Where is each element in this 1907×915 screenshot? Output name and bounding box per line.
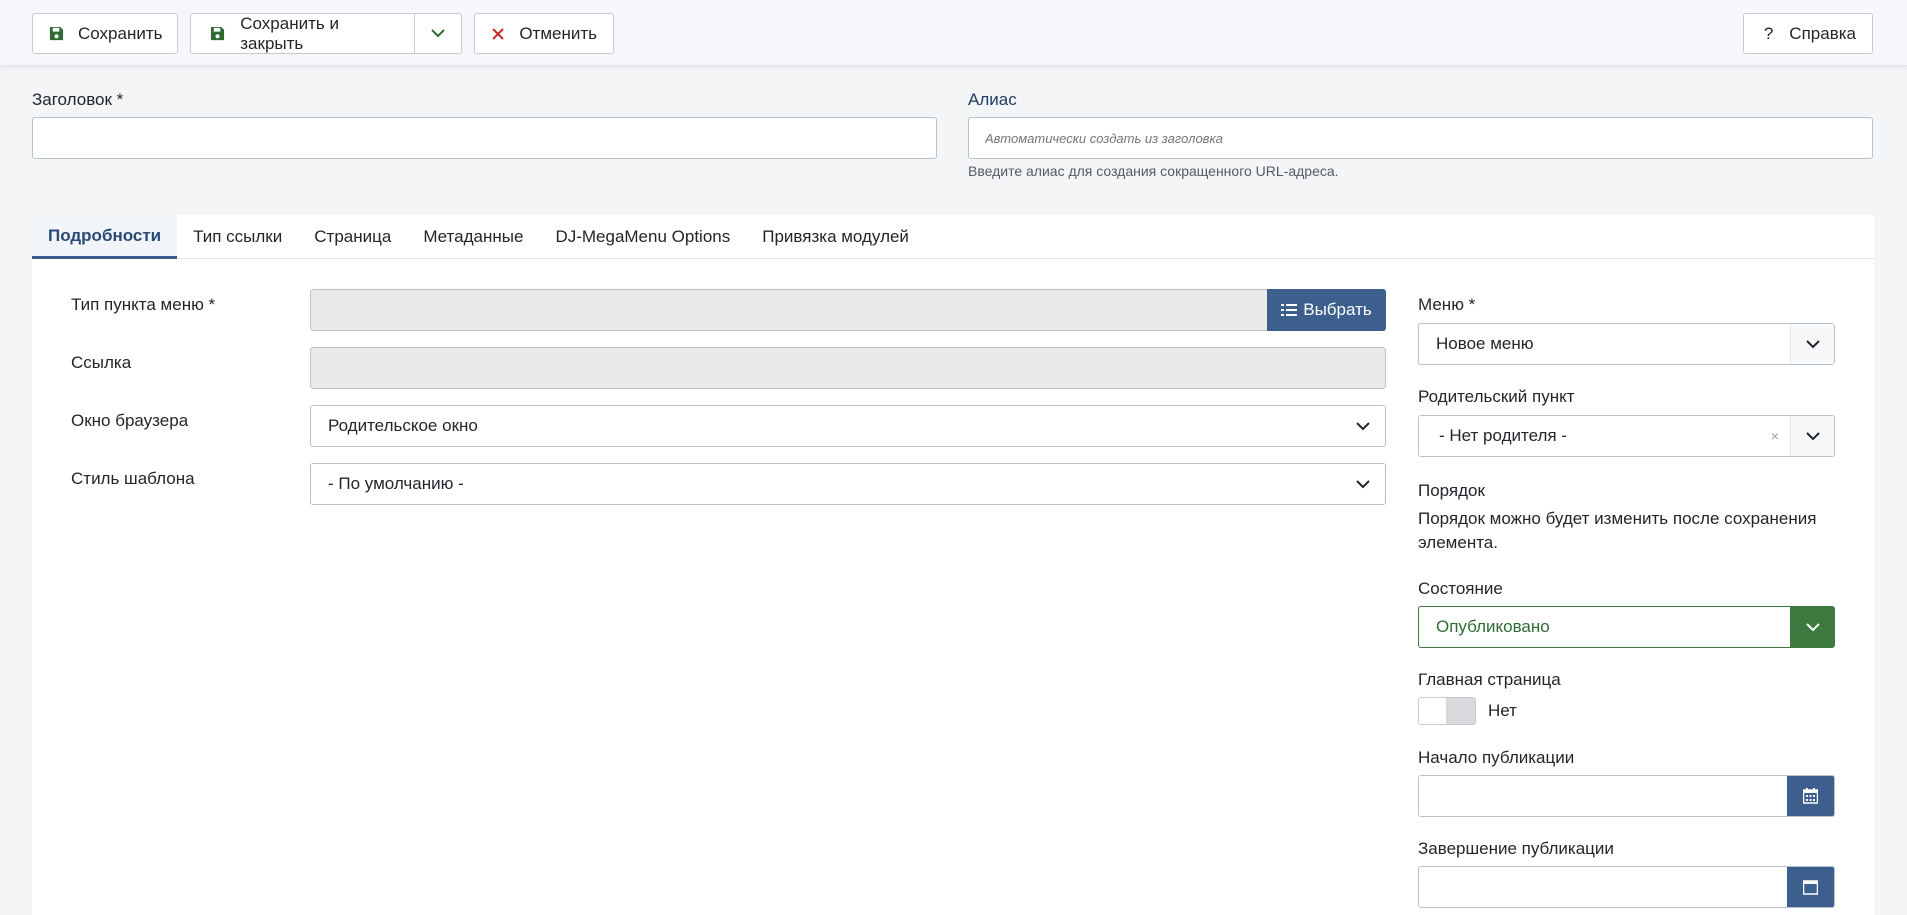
clear-icon[interactable]: ×: [1760, 428, 1790, 444]
save-label: Сохранить: [78, 23, 163, 43]
publish-up-field[interactable]: [1418, 775, 1835, 817]
chevron-down-icon: [1341, 406, 1385, 446]
alias-input-wrap: [968, 117, 1873, 159]
order-text: Порядок можно будет изменить после сохра…: [1418, 509, 1817, 552]
tab-bar: Подробности Тип ссылки Страница Метаданн…: [32, 215, 1874, 259]
alias-hint: Введите алиас для создания сокращенного …: [968, 163, 1339, 179]
title-input-wrap: [32, 117, 937, 159]
parent-select[interactable]: - Нет родителя - ×: [1418, 415, 1835, 457]
template-style-value: - По умолчанию -: [328, 474, 464, 493]
chevron-down-icon: [1341, 464, 1385, 504]
save-button[interactable]: Сохранить: [32, 13, 178, 54]
calendar-icon[interactable]: [1787, 867, 1834, 907]
close-icon: [491, 25, 505, 43]
state-select[interactable]: Опубликовано: [1418, 606, 1835, 648]
publish-down-label: Завершение публикации: [1418, 839, 1614, 858]
help-label: Справка: [1789, 23, 1856, 43]
template-style-select[interactable]: - По умолчанию -: [310, 463, 1386, 505]
toolbar: Сохранить Сохранить и закрыть Отменить ?…: [0, 0, 1907, 66]
home-label: Главная страница: [1418, 670, 1561, 689]
link-field: [310, 347, 1386, 389]
save-close-group: Сохранить и закрыть: [190, 13, 462, 54]
help-button[interactable]: ? Справка: [1743, 13, 1873, 54]
menu-value: Новое меню: [1436, 334, 1534, 353]
state-label: Состояние: [1418, 579, 1503, 598]
title-label: Заголовок *: [32, 90, 124, 109]
menu-item-type-field: [310, 289, 1270, 331]
save-close-button[interactable]: Сохранить и закрыть: [191, 14, 414, 53]
home-value: Нет: [1488, 701, 1517, 720]
cancel-button[interactable]: Отменить: [474, 13, 614, 54]
template-style-label: Стиль шаблона: [71, 469, 195, 488]
tab-link-type[interactable]: Тип ссылки: [177, 215, 298, 259]
alias-input[interactable]: [969, 118, 1872, 158]
save-options-dropdown[interactable]: [413, 14, 461, 53]
menu-item-type-label: Тип пункта меню *: [71, 295, 216, 314]
chevron-down-icon: [431, 25, 445, 43]
tab-megamenu-options[interactable]: DJ-MegaMenu Options: [539, 215, 746, 259]
list-icon: [1281, 303, 1298, 317]
tab-metadata[interactable]: Метаданные: [407, 215, 539, 259]
select-type-button[interactable]: Выбрать: [1267, 289, 1386, 331]
browser-window-label: Окно браузера: [71, 411, 189, 430]
parent-label: Родительский пункт: [1418, 387, 1575, 406]
chevron-down-icon: [1790, 324, 1834, 364]
save-close-label: Сохранить и закрыть: [240, 13, 339, 53]
menu-label: Меню *: [1418, 295, 1476, 314]
select-button-label: Выбрать: [1303, 300, 1372, 319]
title-input[interactable]: [33, 118, 936, 158]
browser-window-value: Родительское окно: [328, 416, 478, 435]
parent-value: - Нет родителя -: [1439, 426, 1568, 445]
tab-page[interactable]: Страница: [298, 215, 407, 259]
alias-label: Алиас: [968, 90, 1017, 109]
publish-up-label: Начало публикации: [1418, 748, 1575, 767]
question-icon: ?: [1763, 23, 1774, 43]
chevron-down-icon: [1790, 607, 1834, 647]
chevron-down-icon: [1790, 416, 1834, 456]
link-label: Ссылка: [71, 353, 132, 372]
save-icon: [209, 25, 226, 43]
tab-details[interactable]: Подробности: [32, 215, 178, 259]
state-value: Опубликовано: [1436, 617, 1550, 636]
toggle-knob: [1446, 698, 1475, 724]
cancel-label: Отменить: [519, 23, 597, 43]
browser-window-select[interactable]: Родительское окно: [310, 405, 1386, 447]
home-toggle[interactable]: [1418, 697, 1476, 725]
calendar-icon[interactable]: [1787, 776, 1834, 816]
publish-down-field[interactable]: [1418, 866, 1835, 908]
tab-module-assignment[interactable]: Привязка модулей: [746, 215, 925, 259]
menu-select[interactable]: Новое меню: [1418, 323, 1835, 365]
save-icon: [49, 25, 64, 43]
order-label: Порядок: [1418, 481, 1485, 500]
